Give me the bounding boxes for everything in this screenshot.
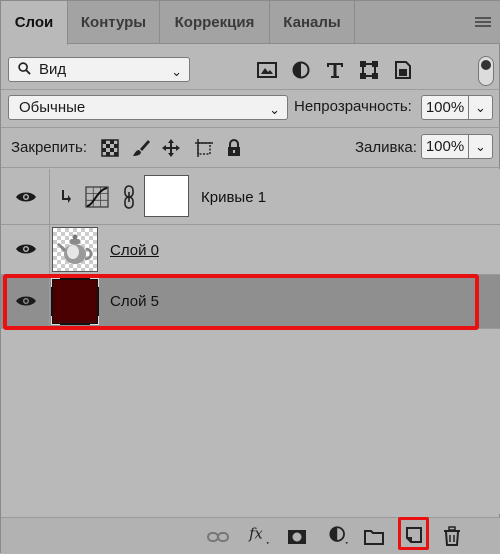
add-mask-icon[interactable] [286, 527, 308, 547]
filter-shape-icon[interactable] [358, 59, 380, 81]
teapot-image [57, 234, 93, 264]
delete-layer-trash-icon[interactable] [441, 526, 463, 546]
fx-layer-style-icon[interactable]: fx [247, 525, 273, 545]
chevron-down-icon: ⌄ [475, 100, 486, 115]
eye-icon[interactable] [15, 242, 37, 256]
chevron-down-icon: ⌄ [171, 64, 182, 79]
filter-kind-dropdown[interactable]: Вид ⌄ [8, 57, 190, 82]
chevron-down-icon: ⌄ [475, 139, 486, 154]
search-icon [18, 62, 31, 75]
chevron-down-icon: ⌄ [269, 102, 280, 117]
filter-smart-object-icon[interactable] [392, 59, 414, 81]
layer-name[interactable]: Слой 0 [110, 242, 159, 259]
fill-label: Заливка: [355, 139, 417, 156]
lock-position-icon[interactable] [161, 138, 181, 158]
svg-text:fx: fx [248, 527, 263, 543]
lock-transparent-pixels-icon[interactable] [100, 138, 120, 158]
filter-adjustment-icon[interactable] [290, 59, 312, 81]
opacity-label: Непрозрачность: [294, 98, 412, 115]
filter-type-icon[interactable] [324, 59, 346, 81]
tab-adjustments[interactable]: Коррекция [160, 1, 270, 44]
new-group-folder-icon[interactable] [363, 527, 385, 547]
tab-layers[interactable]: Слои [1, 1, 68, 45]
filter-toggle-switch[interactable] [478, 56, 494, 86]
tab-paths[interactable]: Контуры [68, 1, 160, 44]
layer-row-curves[interactable]: Кривые 1 [1, 169, 500, 225]
panel-menu-icon[interactable] [475, 17, 491, 28]
new-adjustment-layer-icon[interactable] [326, 525, 352, 545]
tab-channels[interactable]: Каналы [270, 1, 355, 44]
layer-thumbnail[interactable] [52, 227, 98, 272]
new-layer-highlight-frame [398, 517, 429, 550]
panel-tab-bar: Слои Контуры Коррекция Каналы [1, 1, 500, 45]
opacity-dropdown-button[interactable]: ⌄ [469, 95, 493, 120]
lock-label: Закрепить: [11, 139, 88, 156]
filter-kind-label: Вид [39, 61, 67, 78]
curves-adjustment-icon [85, 186, 109, 208]
lock-artboard-icon[interactable] [194, 138, 214, 158]
lock-image-pixels-icon[interactable] [131, 138, 151, 158]
layers-panel: Слои Контуры Коррекция Каналы Вид ⌄ Обыч… [0, 0, 500, 554]
layer-row-sloy-0[interactable]: Слой 0 [1, 225, 500, 275]
link-layers-icon[interactable] [207, 527, 229, 547]
selected-layer-highlight-frame [3, 274, 479, 330]
opacity-input[interactable]: 100% [421, 95, 469, 120]
lock-all-icon[interactable] [224, 138, 244, 158]
fill-dropdown-button[interactable]: ⌄ [469, 134, 493, 159]
chain-link-icon[interactable] [123, 185, 135, 209]
filter-pixel-icon[interactable] [256, 59, 278, 81]
eye-icon[interactable] [15, 190, 37, 204]
layer-mask-thumbnail[interactable] [144, 175, 189, 217]
layer-name[interactable]: Кривые 1 [201, 189, 266, 206]
blend-mode-value: Обычные [19, 99, 86, 116]
blend-mode-dropdown[interactable]: Обычные ⌄ [8, 95, 288, 120]
clipping-arrow-icon [62, 190, 71, 203]
fill-input[interactable]: 100% [421, 134, 469, 159]
